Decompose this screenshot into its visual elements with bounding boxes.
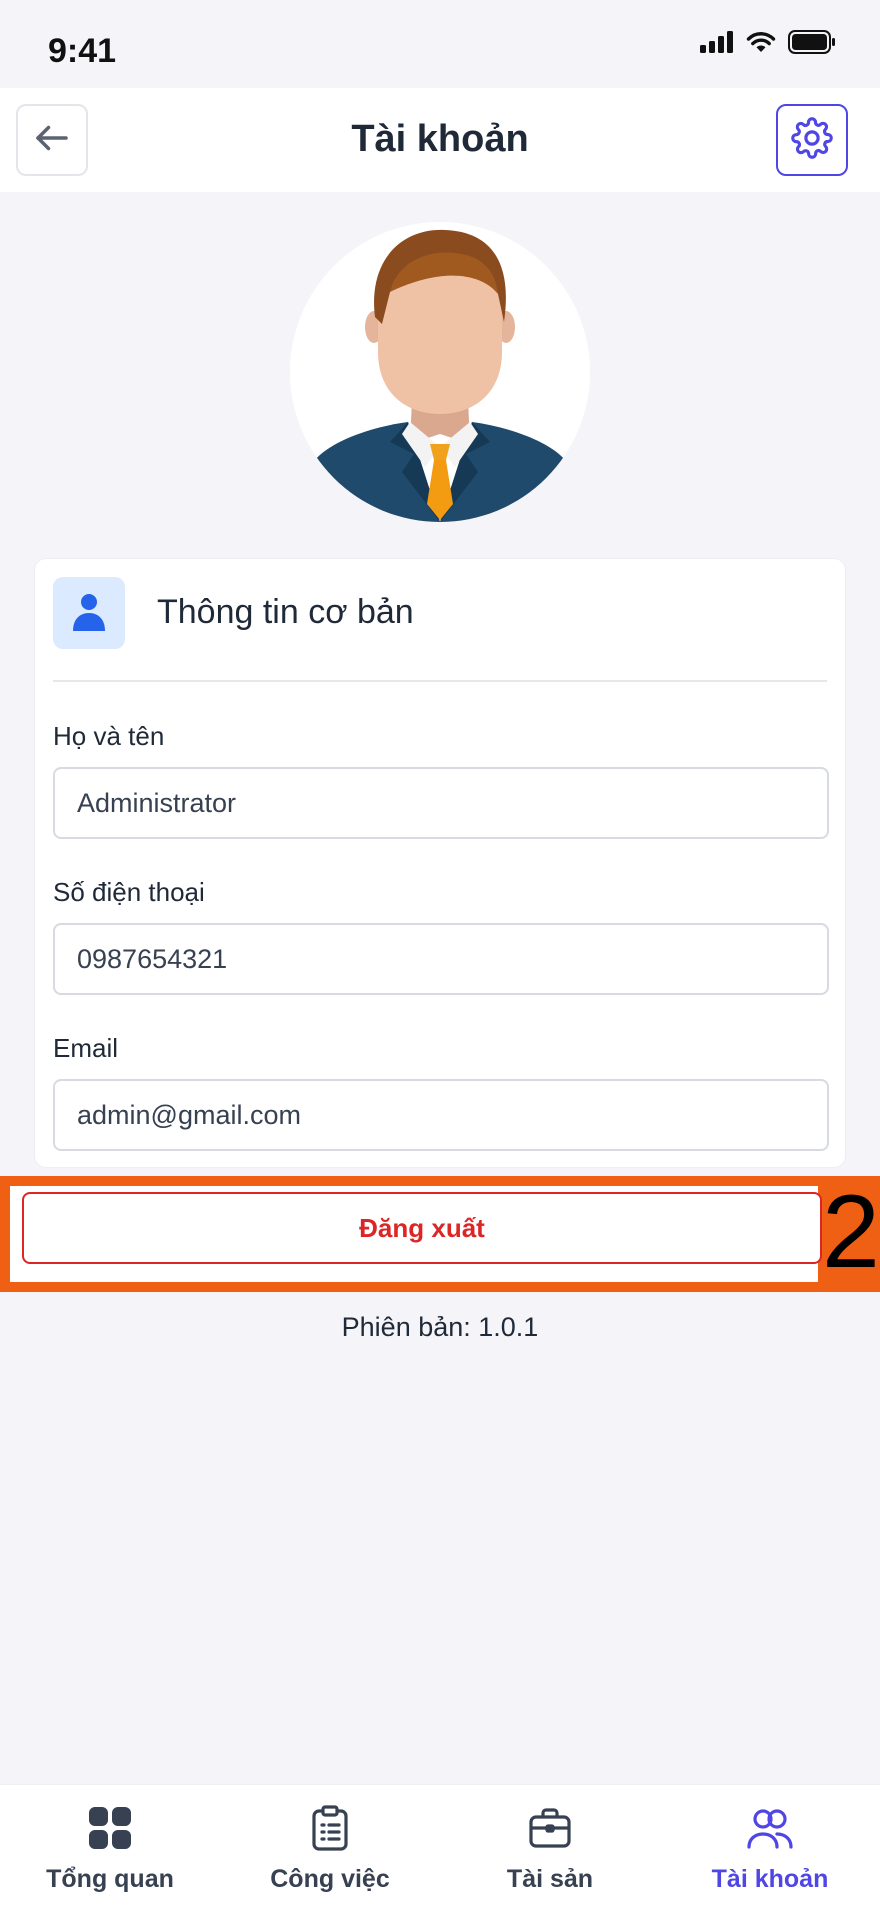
grid-icon bbox=[88, 1803, 132, 1853]
status-icons bbox=[700, 30, 836, 59]
nav-item-tasks[interactable]: Công việc bbox=[220, 1785, 440, 1912]
logout-highlight-box: Đăng xuất bbox=[0, 1176, 880, 1292]
email-label: Email bbox=[53, 1033, 119, 1063]
clipboard-icon bbox=[310, 1803, 350, 1853]
status-bar: 9:41 bbox=[0, 0, 880, 88]
businessman-avatar-image bbox=[300, 229, 580, 522]
basic-info-card: Thông tin cơ bản Họ và tên Số điện thoại… bbox=[34, 558, 846, 1168]
annotation-number: 2 bbox=[822, 1174, 880, 1290]
battery-icon bbox=[788, 30, 836, 59]
header: Tài khoản bbox=[0, 88, 880, 192]
users-icon bbox=[747, 1803, 793, 1853]
card-title: Thông tin cơ bản bbox=[157, 593, 414, 631]
nav-label-tasks: Công việc bbox=[270, 1865, 390, 1893]
full-name-field[interactable] bbox=[53, 767, 829, 839]
phone-field[interactable] bbox=[53, 923, 829, 995]
page-title: Tài khoản bbox=[351, 118, 529, 160]
full-name-label: Họ và tên bbox=[53, 721, 165, 751]
signal-icon bbox=[700, 31, 734, 58]
nav-item-account[interactable]: Tài khoản bbox=[660, 1785, 880, 1912]
avatar[interactable] bbox=[290, 222, 590, 522]
nav-label-account: Tài khoản bbox=[711, 1865, 829, 1893]
settings-button[interactable] bbox=[776, 104, 848, 176]
wifi-icon bbox=[746, 31, 776, 58]
logout-button[interactable]: Đăng xuất bbox=[22, 1192, 822, 1264]
status-time: 9:41 bbox=[48, 32, 117, 70]
version-text: Phiên bản: 1.0.1 bbox=[341, 1312, 539, 1342]
bottom-nav: Tổng quan Công việc Tài sản Tài khoản bbox=[0, 1784, 880, 1912]
card-divider bbox=[53, 680, 827, 682]
phone-label: Số điện thoại bbox=[53, 877, 205, 907]
gear-icon bbox=[791, 116, 833, 164]
email-field[interactable] bbox=[53, 1079, 829, 1151]
nav-label-assets: Tài sản bbox=[506, 1865, 594, 1893]
card-icon-box bbox=[53, 577, 125, 649]
user-icon bbox=[71, 591, 107, 636]
nav-item-overview[interactable]: Tổng quan bbox=[0, 1785, 220, 1912]
nav-item-assets[interactable]: Tài sản bbox=[440, 1785, 660, 1912]
nav-label-overview: Tổng quan bbox=[46, 1865, 174, 1893]
briefcase-icon bbox=[528, 1803, 572, 1853]
